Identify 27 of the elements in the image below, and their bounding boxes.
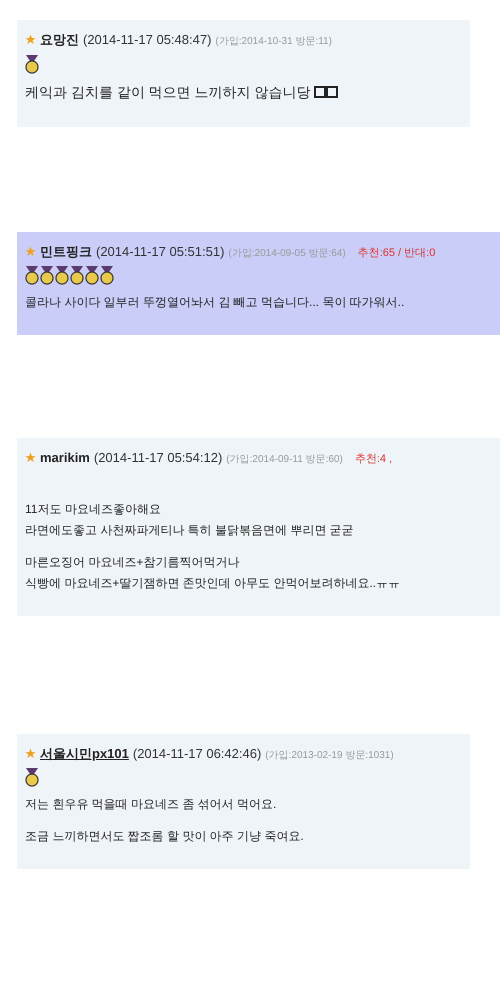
vote-count: 추천:4 ,	[354, 452, 392, 467]
comment-text: 마른오징어 마요네즈+참기름찍어먹거나	[25, 554, 240, 570]
comment-text: 케익과 김치를 같이 먹으면 느끼하지 않습니당	[25, 82, 310, 102]
author-name: 요망진	[40, 31, 79, 49]
star-icon	[25, 34, 36, 46]
member-info: (가입:2014-09-11 방문:60)	[226, 453, 343, 467]
timestamp: (2014-11-17 05:54:12)	[94, 449, 222, 467]
comment-text: 식빵에 마요네즈+딸기잼하면 존맛인데 아무도 안먹어보려하네요..ㅠㅠ	[25, 574, 400, 592]
comment-text: 조금 느끼하면서도 짭조롬 할 맛이 아주 기냥 죽여요.	[25, 828, 304, 845]
author-name: 민트핑크	[40, 242, 92, 260]
author-name[interactable]: 서울시민px101	[40, 744, 129, 763]
vote-count: 추천:65 / 반대:0	[358, 246, 436, 260]
timestamp: (2014-11-17 05:51:51)	[96, 242, 224, 261]
member-info: (가입:2014-09-05 방문:64)	[228, 246, 346, 260]
member-info: (가입:2013-02-19 방문:1031)	[265, 748, 394, 762]
comment-text: 콜라나 사이다 일부러 뚜껑열어놔서 김 빼고 먹습니다... 목이 따가워서..	[25, 294, 404, 311]
timestamp: (2014-11-17 05:48:47)	[83, 31, 212, 49]
timestamp: (2014-11-17 06:42:46)	[132, 744, 262, 763]
star-icon	[25, 246, 36, 257]
member-info: (가입:2014-10-31 방문:11)	[215, 35, 332, 49]
comment-text: 라면에도좋고 사천짜파게티나 특히 불닭볶음면에 뿌리면 굳굳	[25, 522, 354, 538]
emoticon-icon	[314, 86, 338, 98]
author-name: marikim	[40, 449, 90, 467]
comment-text: 저는 흰우유 먹을때 마요네즈 좀 섞어서 먹어요.	[25, 796, 276, 813]
comment-text: 11저도 마요네즈좋아해요	[25, 500, 161, 518]
star-icon	[25, 748, 36, 759]
star-icon	[25, 452, 36, 464]
